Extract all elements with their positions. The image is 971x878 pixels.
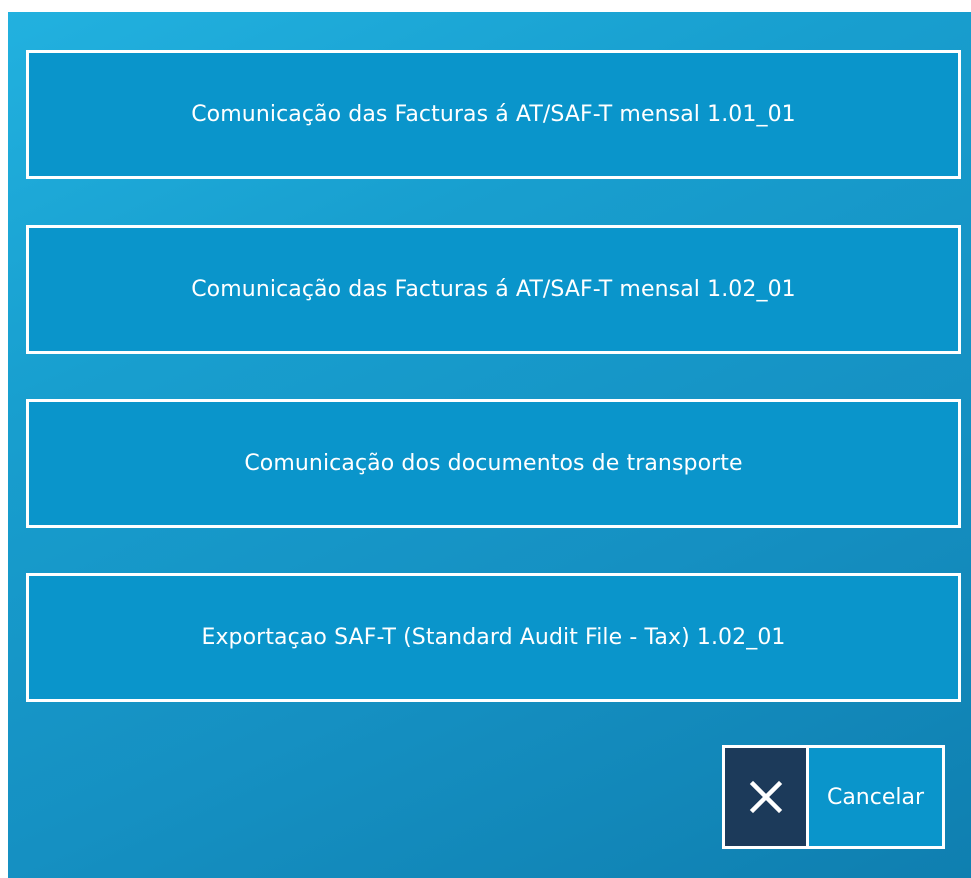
cancel-label-container[interactable]: Cancelar: [809, 748, 942, 846]
option-button-documentos-transporte[interactable]: Comunicação dos documentos de transporte: [26, 399, 961, 528]
option-label: Exportaçao SAF-T (Standard Audit File - …: [201, 625, 786, 650]
cancel-label: Cancelar: [826, 784, 925, 810]
cancel-icon-container[interactable]: [725, 748, 809, 846]
option-button-facturas-1-01[interactable]: Comunicação das Facturas á AT/SAF-T mens…: [26, 50, 961, 179]
option-label: Comunicação das Facturas á AT/SAF-T mens…: [191, 102, 796, 127]
option-label: Comunicação das Facturas á AT/SAF-T mens…: [191, 277, 796, 302]
export-options-dialog: Comunicação das Facturas á AT/SAF-T mens…: [8, 12, 971, 878]
option-button-exportacao-saft[interactable]: Exportaçao SAF-T (Standard Audit File - …: [26, 573, 961, 702]
option-label: Comunicação dos documentos de transporte: [244, 451, 743, 476]
option-button-facturas-1-02[interactable]: Comunicação das Facturas á AT/SAF-T mens…: [26, 225, 961, 354]
close-icon: [749, 780, 782, 814]
cancel-button[interactable]: Cancelar: [722, 745, 945, 849]
